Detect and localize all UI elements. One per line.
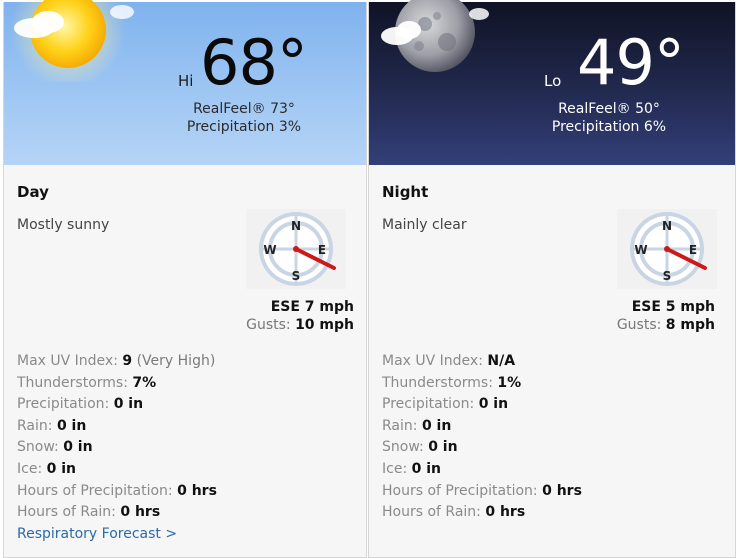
compass-n: N [291, 219, 301, 233]
stat-thunderstorms: Thunderstorms: 1% [382, 374, 522, 391]
stat-ice: Ice: 0 in [17, 460, 76, 477]
day-stats: Max UV Index: 9 (Very High) Thunderstorm… [17, 351, 217, 545]
night-precipitation: Precipitation 6% [551, 119, 667, 135]
stat-snow: Snow: 0 in [17, 439, 93, 456]
day-title: Day [17, 183, 49, 201]
stat-precipitation: Precipitation: 0 in [17, 396, 144, 413]
day-panel: Hi 68° RealFeel® 73° Precipitation 3% Da… [3, 0, 367, 558]
night-meta: RealFeel® 50° Precipitation 6% [529, 100, 689, 136]
night-hero: Lo 49° RealFeel® 50° Precipitation 6% [369, 0, 735, 165]
compass-n: N [662, 219, 672, 233]
compass-icon: N E S W [617, 209, 717, 289]
stat-rain: Rain: 0 in [17, 417, 87, 434]
day-wind: ESE 7 mph [270, 299, 354, 315]
sun-icon [4, 0, 134, 88]
hi-label: Hi [178, 72, 194, 90]
compass-s: S [292, 269, 301, 283]
stat-hours-precipitation: Hours of Precipitation: 0 hrs [382, 482, 582, 499]
lo-label: Lo [544, 72, 562, 90]
gusts-value: 8 mph [665, 317, 715, 333]
stat-precipitation: Precipitation: 0 in [382, 396, 509, 413]
compass-s: S [663, 269, 672, 283]
day-details: Day Mostly sunny N E S W ESE 7 mph Gusts… [4, 165, 366, 557]
gusts-label: Gusts: [616, 317, 662, 333]
night-details: Night Mainly clear N E S W ESE 5 mph Gus… [369, 165, 735, 557]
day-meta: RealFeel® 73° Precipitation 3% [164, 100, 324, 136]
night-title: Night [382, 183, 429, 201]
stat-hours-rain: Hours of Rain: 0 hrs [382, 504, 526, 521]
night-realfeel: RealFeel® 50° [558, 101, 660, 117]
gusts-label: Gusts: [246, 317, 291, 333]
night-condition: Mainly clear [382, 217, 467, 233]
stat-hours-rain: Hours of Rain: 0 hrs [17, 504, 161, 521]
moon-icon [373, 0, 493, 84]
respiratory-forecast-row: Respiratory Forecast > [17, 524, 217, 546]
compass-icon: N E S W [246, 209, 346, 289]
night-gusts: Gusts: 8 mph [617, 317, 715, 333]
day-temperature: 68° [200, 26, 308, 99]
day-hero: Hi 68° RealFeel® 73° Precipitation 3% [4, 0, 366, 165]
stat-ice: Ice: 0 in [382, 460, 441, 477]
respiratory-forecast-link[interactable]: Respiratory Forecast > [17, 526, 177, 542]
day-gusts: Gusts: 10 mph [246, 317, 354, 333]
compass-w: W [634, 243, 647, 257]
stat-snow: Snow: 0 in [382, 439, 458, 456]
compass-w: W [263, 243, 276, 257]
stat-rain: Rain: 0 in [382, 417, 452, 434]
stat-uv: Max UV Index: N/A [382, 353, 516, 369]
night-stats: Max UV Index: N/A Thunderstorms: 1% Prec… [382, 351, 582, 524]
stat-uv: Max UV Index: 9 (Very High) [17, 353, 216, 369]
night-wind: ESE 5 mph [631, 299, 715, 315]
compass-e: E [318, 243, 326, 257]
stat-thunderstorms: Thunderstorms: 7% [17, 374, 157, 391]
night-panel: Lo 49° RealFeel® 50° Precipitation 6% Ni… [368, 0, 736, 558]
night-temperature: 49° [577, 26, 685, 99]
day-condition: Mostly sunny [17, 217, 110, 233]
day-precipitation: Precipitation 3% [186, 119, 302, 135]
compass-e: E [689, 243, 697, 257]
gusts-value: 10 mph [295, 317, 354, 333]
stat-hours-precipitation: Hours of Precipitation: 0 hrs [17, 482, 217, 499]
day-realfeel: RealFeel® 73° [193, 101, 295, 117]
